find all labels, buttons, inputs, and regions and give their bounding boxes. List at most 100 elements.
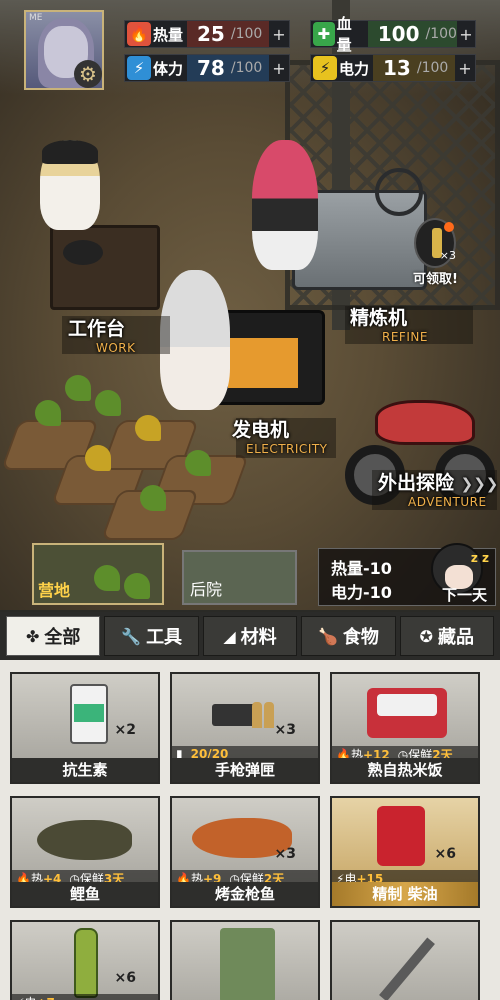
bottle-icon bbox=[74, 928, 98, 998]
power-value: 13/100 bbox=[373, 55, 455, 81]
claim-label[interactable]: 可领取! bbox=[413, 268, 458, 287]
battery-icon: ⚡ bbox=[313, 56, 337, 80]
item-art bbox=[172, 922, 318, 1000]
scene-tab-backyard[interactable]: 后院 bbox=[182, 550, 297, 605]
stat-health[interactable]: ✚ 血量 100/100 + bbox=[310, 15, 476, 54]
workbench-cn: 工作台 bbox=[68, 318, 126, 340]
item-count: ×3 bbox=[274, 846, 296, 862]
settings-gear-icon[interactable]: ⚙ bbox=[74, 60, 102, 88]
bullet-icon bbox=[264, 702, 274, 728]
item-name: 精制 柴油 bbox=[332, 882, 478, 906]
power-add-button[interactable]: + bbox=[455, 59, 475, 78]
camp-scene: ME ⚙ 🔥 热量 25/100 + ⚡ 体力 78/100 + ✚ 血量 10… bbox=[0, 0, 500, 610]
tab-label: 材料 bbox=[240, 627, 277, 648]
fuel-can-icon bbox=[377, 806, 425, 866]
tab-materials[interactable]: ◢ 材料 bbox=[202, 616, 298, 656]
power-value: +7 bbox=[36, 996, 54, 1000]
generator-label[interactable]: 发电机 ELECTRICITY bbox=[232, 415, 328, 456]
item-name: 熟自热米饭 bbox=[332, 758, 478, 782]
item-art bbox=[12, 922, 158, 1000]
plant-icon bbox=[185, 450, 211, 476]
item-count: ×2 bbox=[114, 722, 136, 738]
fish-icon bbox=[37, 820, 132, 860]
rice-icon bbox=[377, 694, 437, 716]
item-card-rice[interactable]: 🔥热+12 ◷保鲜2天 熟自热米饭 bbox=[330, 672, 480, 784]
item-stats: ⚡电+7 bbox=[12, 994, 158, 1000]
wilted-plant-icon bbox=[135, 415, 161, 441]
plant-icon bbox=[35, 400, 61, 426]
power-label: 电力 bbox=[339, 59, 370, 78]
item-art bbox=[12, 674, 158, 762]
workbench-en: WORK bbox=[96, 341, 136, 355]
plant-icon bbox=[140, 485, 166, 511]
item-name: 鲤鱼 bbox=[12, 882, 158, 906]
claim-count: ×3 bbox=[439, 249, 456, 262]
stamina-label: 体力 bbox=[153, 59, 184, 78]
item-count: ×6 bbox=[114, 970, 136, 986]
wrench-icon: 🔧 bbox=[121, 626, 142, 646]
player-avatar[interactable]: ME ⚙ bbox=[24, 10, 104, 90]
tab-tools[interactable]: 🔧 工具 bbox=[104, 616, 199, 656]
inventory-grid: ×2 抗生素 ×3 ▮ 20/20 手枪弹匣 🔥热+12 ◷保鲜2天 熟自热米饭 🔥… bbox=[0, 660, 500, 1000]
workbench-prop[interactable] bbox=[50, 225, 160, 310]
tab-label: 食物 bbox=[342, 627, 379, 648]
power-label: 电 bbox=[24, 996, 36, 1000]
claim-reward-bubble[interactable]: ×3 bbox=[414, 218, 456, 268]
generator-cn: 发电机 bbox=[232, 419, 290, 441]
plant-icon bbox=[124, 573, 150, 599]
adventure-arrows-icon: ❯❯❯ bbox=[460, 475, 499, 493]
clover-icon: ✤ bbox=[26, 626, 40, 646]
refinery-en: REFINE bbox=[382, 330, 428, 344]
scene-camp-label: 营地 bbox=[38, 581, 71, 600]
generator-en: ELECTRICITY bbox=[246, 442, 328, 456]
plant-icon bbox=[94, 565, 120, 591]
item-count: ×6 bbox=[434, 846, 456, 862]
fertilizer-bag-icon bbox=[220, 928, 275, 1000]
avatar-tag: ME bbox=[29, 13, 43, 23]
stamina-value: 78/100 bbox=[187, 55, 269, 81]
tab-collection[interactable]: ✪ 藏品 bbox=[399, 616, 495, 656]
item-card-bottle[interactable]: ×6 ⚡电+7 bbox=[10, 920, 160, 1000]
stat-power[interactable]: ⚡ 电力 13/100 + bbox=[310, 54, 476, 82]
health-add-button[interactable]: + bbox=[457, 25, 475, 44]
axe-icon bbox=[379, 937, 435, 1000]
character-bunny-girl bbox=[160, 270, 230, 410]
item-card-diesel[interactable]: ×6 ⚡电+15 精制 柴油 bbox=[330, 796, 480, 908]
adventure-button[interactable]: 外出探险 ❯❯❯ ADVENTURE bbox=[378, 468, 498, 509]
character-red-hair bbox=[252, 140, 318, 270]
item-card-carp[interactable]: 🔥热+4 ◷保鲜3天 鲤鱼 bbox=[10, 796, 160, 908]
stat-stamina[interactable]: ⚡ 体力 78/100 + bbox=[124, 54, 290, 82]
workbench-label[interactable]: 工作台 WORK bbox=[68, 314, 136, 355]
calories-label: 热量 bbox=[153, 25, 184, 44]
stamina-add-button[interactable]: + bbox=[269, 59, 289, 78]
item-name: 手枪弹匣 bbox=[172, 758, 318, 782]
calories-add-button[interactable]: + bbox=[269, 25, 289, 44]
next-day-cost-power: 电力-10 bbox=[331, 583, 392, 602]
item-card-tuna[interactable]: ×3 🔥热+9 ◷保鲜2天 烤金枪鱼 bbox=[170, 796, 320, 908]
item-name: 烤金枪鱼 bbox=[172, 882, 318, 906]
tab-label: 全部 bbox=[44, 627, 81, 648]
health-cross-icon: ✚ bbox=[313, 22, 335, 46]
wilted-plant-icon bbox=[85, 445, 111, 471]
category-tabs: ✤ 全部 🔧 工具 ◢ 材料 🍗 食物 ✪ 藏品 bbox=[0, 612, 500, 660]
scene-tab-camp[interactable]: 营地 bbox=[32, 543, 164, 605]
next-day-label: 下一天 bbox=[441, 586, 487, 604]
item-card-fertilizer[interactable] bbox=[170, 920, 320, 1000]
tab-label: 工具 bbox=[146, 627, 183, 648]
refinery-label[interactable]: 精炼机 REFINE bbox=[350, 303, 428, 344]
stat-calories[interactable]: 🔥 热量 25/100 + bbox=[124, 20, 290, 48]
item-card-antibiotic[interactable]: ×2 抗生素 bbox=[10, 672, 160, 784]
material-icon: ◢ bbox=[223, 626, 236, 646]
bullet-icon bbox=[252, 702, 262, 728]
item-count: ×3 bbox=[274, 722, 296, 738]
tab-food[interactable]: 🍗 食物 bbox=[301, 616, 396, 656]
item-card-axe[interactable] bbox=[330, 920, 480, 1000]
bike-body bbox=[375, 400, 475, 445]
health-value: 100/100 bbox=[367, 21, 457, 47]
next-day-button[interactable]: 热量-10 电力-10 z z 下一天 bbox=[318, 543, 496, 606]
collection-icon: ✪ bbox=[419, 626, 434, 646]
sleep-z-icon: z z bbox=[470, 551, 489, 565]
item-name: 抗生素 bbox=[12, 758, 158, 782]
tab-all[interactable]: ✤ 全部 bbox=[6, 616, 101, 656]
item-card-pistol-mag[interactable]: ×3 ▮ 20/20 手枪弹匣 bbox=[170, 672, 320, 784]
